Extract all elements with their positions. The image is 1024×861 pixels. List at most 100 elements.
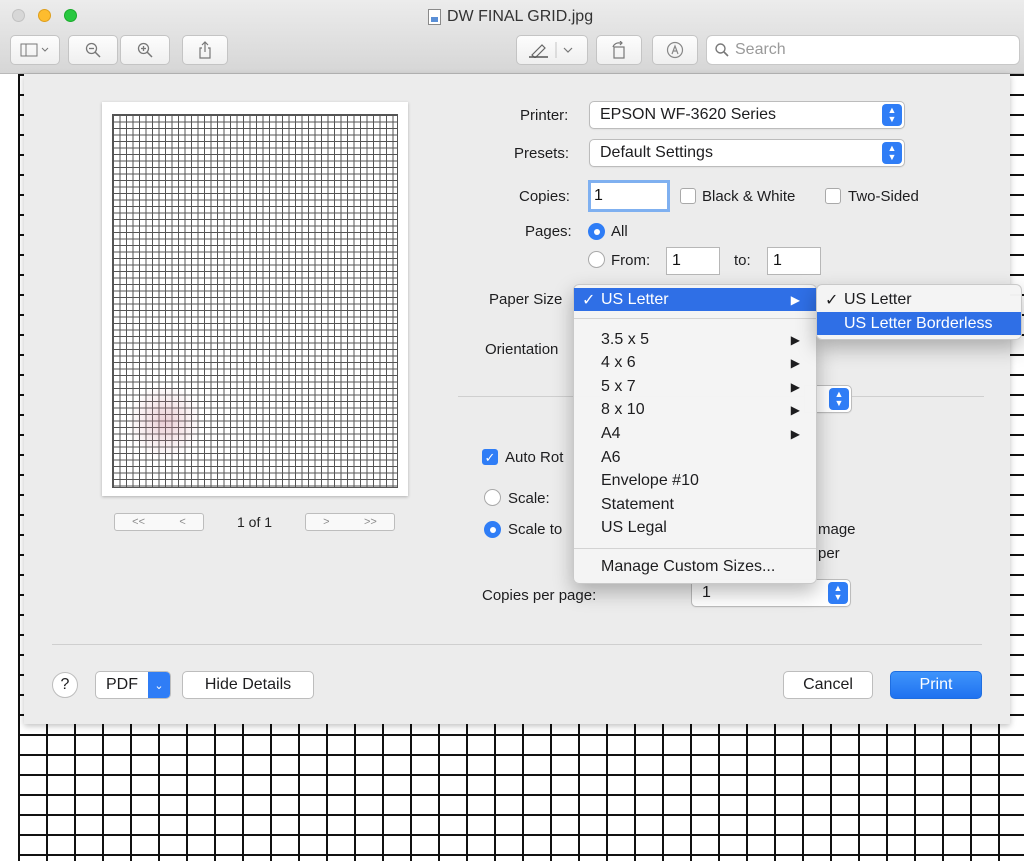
- updown-chevron-icon: ▲ ▼: [829, 388, 849, 410]
- submenu-arrow-icon: ▶: [790, 332, 800, 347]
- auto-rotate-checkbox[interactable]: ✓: [482, 449, 498, 465]
- menu-item-label: US Letter: [601, 290, 669, 308]
- submenu-arrow-icon: ▶: [790, 426, 800, 441]
- paper-size-item[interactable]: US Legal: [574, 516, 816, 539]
- from-page-field[interactable]: [666, 247, 720, 275]
- paper-size-item[interactable]: 4 x 6 ▶: [574, 351, 816, 374]
- preview-forward-buttons: > >>: [305, 513, 395, 531]
- window-title: DW FINAL GRID.jpg: [428, 8, 593, 26]
- presets-select[interactable]: Default Settings ▲ ▼: [589, 139, 905, 167]
- menu-item-label: 4 x 6: [601, 353, 636, 371]
- paper-size-item[interactable]: 3.5 x 5 ▶: [574, 328, 816, 351]
- two-sided-checkbox[interactable]: [825, 188, 841, 204]
- page-count: 1 of 1: [237, 514, 273, 530]
- previous-page-button[interactable]: <: [179, 516, 185, 528]
- menu-separator: [574, 548, 816, 549]
- share-icon: [199, 41, 211, 59]
- us-letter-submenu: ✓ US Letter US Letter Borderless: [816, 284, 1022, 340]
- scale-label: Scale:: [508, 490, 550, 507]
- presets-label: Presets:: [514, 145, 570, 162]
- paper-size-item-us-letter[interactable]: ✓ US Letter ▶: [574, 288, 816, 311]
- copies-label: Copies:: [519, 188, 570, 205]
- to-page-field[interactable]: [767, 247, 821, 275]
- annotate-button[interactable]: [652, 35, 698, 65]
- chevron-down-icon: ⌄: [148, 672, 170, 698]
- annotate-icon: [666, 41, 684, 59]
- share-button[interactable]: [182, 35, 228, 65]
- menu-item-label: 8 x 10: [601, 400, 645, 418]
- footer-divider: [52, 644, 982, 645]
- pdf-menu-button[interactable]: PDF ⌄: [95, 671, 171, 699]
- pen-icon: [529, 42, 573, 58]
- window-title-text: DW FINAL GRID.jpg: [447, 8, 594, 25]
- paper-size-item[interactable]: A4 ▶: [574, 422, 816, 445]
- last-page-button[interactable]: >>: [364, 516, 377, 528]
- paper-size-item[interactable]: Statement: [574, 493, 816, 516]
- menu-item-label: US Legal: [601, 518, 667, 536]
- search-field[interactable]: [706, 35, 1020, 65]
- zoom-window-button[interactable]: [64, 9, 77, 22]
- next-page-button[interactable]: >: [323, 516, 329, 528]
- paper-size-item[interactable]: 8 x 10 ▶: [574, 398, 816, 421]
- manage-custom-sizes-item[interactable]: Manage Custom Sizes...: [574, 555, 816, 578]
- search-input[interactable]: [735, 41, 995, 59]
- printer-label: Printer:: [520, 107, 569, 124]
- zoom-in-button[interactable]: [120, 35, 170, 65]
- print-button[interactable]: Print: [890, 671, 982, 699]
- paper-size-item[interactable]: Envelope #10: [574, 469, 816, 492]
- hide-details-button[interactable]: Hide Details: [182, 671, 314, 699]
- black-white-label: Black & White: [702, 188, 796, 205]
- search-icon: [715, 43, 729, 57]
- scale-to-fit-radio[interactable]: [484, 521, 501, 538]
- updown-chevron-icon: ▲ ▼: [882, 142, 902, 164]
- scale-radio[interactable]: [484, 489, 501, 506]
- scale-to-fit-label: Scale to: [508, 521, 563, 538]
- checkmark-icon: ✓: [825, 291, 839, 309]
- document-left-margin: [0, 74, 20, 861]
- sidebar-toggle-button[interactable]: [10, 35, 60, 65]
- close-window-button[interactable]: [12, 9, 25, 22]
- menu-item-label: 3.5 x 5: [601, 330, 650, 348]
- print-dialog: << < 1 of 1 > >> Printer: EPSON WF-3620 …: [24, 74, 1010, 724]
- presets-value: Default Settings: [600, 144, 713, 161]
- from-label: From:: [611, 252, 651, 269]
- auto-rotate-label: Auto Rot: [505, 449, 564, 466]
- minimize-window-button[interactable]: [38, 9, 51, 22]
- menu-item-label: 5 x 7: [601, 377, 636, 395]
- image-file-icon: [428, 9, 441, 25]
- sidebar-icon: [20, 43, 49, 57]
- pages-from-radio[interactable]: [588, 251, 605, 268]
- menu-item-label: A6: [601, 448, 621, 466]
- submenu-item-us-letter-borderless[interactable]: US Letter Borderless: [817, 312, 1021, 335]
- pages-all-label: All: [611, 223, 628, 240]
- help-button[interactable]: ?: [52, 672, 78, 698]
- printer-value: EPSON WF-3620 Series: [600, 106, 777, 123]
- pages-label: Pages:: [525, 223, 572, 240]
- paper-size-label: Paper Size: [489, 291, 563, 308]
- paper-size-item[interactable]: 5 x 7 ▶: [574, 375, 816, 398]
- copies-field[interactable]: [588, 180, 670, 212]
- black-white-checkbox[interactable]: [680, 188, 696, 204]
- checkmark-icon: ✓: [582, 291, 596, 309]
- first-page-button[interactable]: <<: [132, 516, 145, 528]
- copies-per-page-label: Copies per page:: [482, 587, 597, 604]
- menu-item-label: Statement: [601, 495, 674, 513]
- cancel-button[interactable]: Cancel: [783, 671, 873, 699]
- updown-chevron-icon: ▲ ▼: [882, 104, 902, 126]
- menu-item-label: US Letter Borderless: [844, 314, 993, 332]
- paper-size-item[interactable]: A6: [574, 446, 816, 469]
- submenu-item-us-letter[interactable]: ✓ US Letter: [817, 288, 1021, 311]
- paper-size-menu: ✓ US Letter ▶ 3.5 x 5 ▶ 4 x 6 ▶ 5 x 7 ▶ 8 x…: [573, 284, 817, 584]
- submenu-arrow-icon: ▶: [790, 402, 800, 417]
- to-label: to:: [734, 252, 751, 269]
- markup-button[interactable]: [516, 35, 588, 65]
- rotate-button[interactable]: [596, 35, 642, 65]
- submenu-arrow-icon: ▶: [790, 355, 800, 370]
- printer-select[interactable]: EPSON WF-3620 Series ▲ ▼: [589, 101, 905, 129]
- menu-item-label: Envelope #10: [601, 471, 699, 489]
- submenu-arrow-icon: ▶: [790, 379, 800, 394]
- menu-separator: [574, 318, 816, 319]
- print-entire-image-label: mage: [818, 521, 856, 538]
- zoom-out-button[interactable]: [68, 35, 118, 65]
- pages-all-radio[interactable]: [588, 223, 605, 240]
